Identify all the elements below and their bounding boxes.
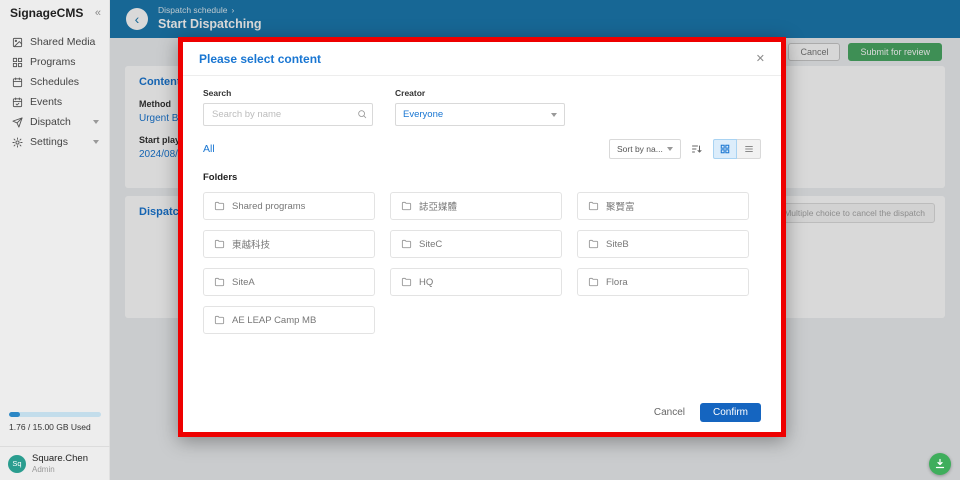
sidebar-item-settings[interactable]: Settings: [0, 132, 109, 152]
folder-card[interactable]: SiteC: [390, 230, 562, 258]
list-view-button[interactable]: [737, 139, 761, 159]
folder-icon: [588, 201, 599, 212]
sidebar-item-programs[interactable]: Programs: [0, 52, 109, 72]
folder-name: 聚賢富: [606, 199, 635, 213]
chevron-down-icon: [551, 113, 557, 117]
storage-indicator: 1.76 / 15.00 GB Used: [9, 412, 101, 432]
chevron-down-icon: [667, 147, 673, 151]
folders-label: Folders: [203, 172, 761, 183]
sidebar-item-shared-media[interactable]: Shared Media: [0, 32, 109, 52]
search-label: Search: [203, 88, 373, 98]
folder-icon: [401, 239, 412, 250]
folder-grid: Shared programs 誌亞媒體 聚賢富 東越科技 SiteC: [203, 192, 761, 334]
sort-select-value: Sort by na...: [617, 144, 663, 154]
view-toggle: [713, 139, 761, 159]
avatar: Sq: [8, 455, 26, 473]
close-icon[interactable]: ✕: [756, 52, 765, 65]
folder-icon: [214, 315, 225, 326]
app-window: SignageCMS « Shared Media Programs Sched…: [0, 0, 960, 480]
folder-name: AE LEAP Camp MB: [232, 315, 316, 326]
sidebar-item-events[interactable]: Events: [0, 92, 109, 112]
confirm-button[interactable]: Confirm: [700, 403, 761, 422]
modal-cancel-button[interactable]: Cancel: [654, 407, 685, 418]
folder-card[interactable]: Shared programs: [203, 192, 375, 220]
folder-name: 東越科技: [232, 237, 270, 251]
sidebar-item-label: Events: [30, 96, 62, 108]
sidebar-item-label: Dispatch: [30, 116, 71, 128]
folder-card[interactable]: 聚賢富: [577, 192, 749, 220]
creator-select-value: Everyone: [403, 109, 443, 120]
search-icon: [357, 109, 367, 119]
modal-body: Search Creator Everyone All: [183, 76, 781, 432]
search-input[interactable]: [203, 103, 373, 126]
sidebar-item-label: Programs: [30, 56, 76, 68]
folder-card[interactable]: 東越科技: [203, 230, 375, 258]
gear-icon: [12, 137, 23, 148]
sidebar-item-label: Schedules: [30, 76, 79, 88]
storage-bar-fill: [9, 412, 20, 417]
folder-card[interactable]: 誌亞媒體: [390, 192, 562, 220]
sidebar-collapse-icon[interactable]: «: [95, 7, 101, 19]
send-icon: [12, 117, 23, 128]
creator-select[interactable]: Everyone: [395, 103, 565, 126]
folder-icon: [401, 201, 412, 212]
sidebar-item-label: Shared Media: [30, 36, 95, 48]
sort-select[interactable]: Sort by na...: [609, 139, 681, 159]
creator-label: Creator: [395, 88, 565, 98]
folder-icon: [214, 239, 225, 250]
sidebar-item-schedules[interactable]: Schedules: [0, 72, 109, 92]
folder-card[interactable]: SiteB: [577, 230, 749, 258]
folder-name: SiteB: [606, 239, 629, 250]
sidebar: SignageCMS « Shared Media Programs Sched…: [0, 0, 110, 480]
user-role: Admin: [32, 465, 88, 474]
sort-order-button[interactable]: [687, 139, 707, 159]
modal-title: Please select content: [199, 52, 321, 66]
grid-view-icon: [720, 144, 730, 154]
storage-text: 1.76 / 15.00 GB Used: [9, 422, 101, 432]
folder-card[interactable]: HQ: [390, 268, 562, 296]
folder-name: SiteA: [232, 277, 255, 288]
sidebar-item-dispatch[interactable]: Dispatch: [0, 112, 109, 132]
modal-footer: Cancel Confirm: [654, 403, 761, 422]
folder-name: Shared programs: [232, 201, 305, 212]
chevron-down-icon: [93, 140, 99, 144]
folder-icon: [401, 277, 412, 288]
chevron-down-icon: [93, 120, 99, 124]
grid-icon: [12, 57, 23, 68]
user-profile[interactable]: Sq Square.Chen Admin: [0, 446, 110, 480]
app-title: SignageCMS: [10, 6, 83, 20]
image-icon: [12, 37, 23, 48]
modal-toolbar: All Sort by na...: [203, 139, 761, 159]
folder-icon: [588, 277, 599, 288]
calendar-icon: [12, 77, 23, 88]
download-icon: [934, 458, 946, 470]
folder-card[interactable]: AE LEAP Camp MB: [203, 306, 375, 334]
folder-icon: [588, 239, 599, 250]
folder-icon: [214, 201, 225, 212]
sidebar-item-label: Settings: [30, 136, 68, 148]
folder-name: SiteC: [419, 239, 442, 250]
folder-name: Flora: [606, 277, 628, 288]
list-view-icon: [744, 144, 754, 154]
grid-view-button[interactable]: [713, 139, 737, 159]
calendar-check-icon: [12, 97, 23, 108]
user-name: Square.Chen: [32, 453, 88, 464]
sidebar-menu: Shared Media Programs Schedules Events D…: [0, 32, 109, 152]
modal-header: Please select content ✕: [183, 42, 781, 76]
content-select-modal: Please select content ✕ Search Creator E…: [178, 37, 786, 437]
storage-bar: [9, 412, 101, 417]
folder-card[interactable]: Flora: [577, 268, 749, 296]
folder-name: 誌亞媒體: [419, 199, 457, 213]
download-fab[interactable]: [929, 453, 951, 475]
sort-order-icon: [691, 143, 703, 155]
folder-icon: [214, 277, 225, 288]
tab-all[interactable]: All: [203, 143, 215, 155]
folder-name: HQ: [419, 277, 433, 288]
folder-card[interactable]: SiteA: [203, 268, 375, 296]
